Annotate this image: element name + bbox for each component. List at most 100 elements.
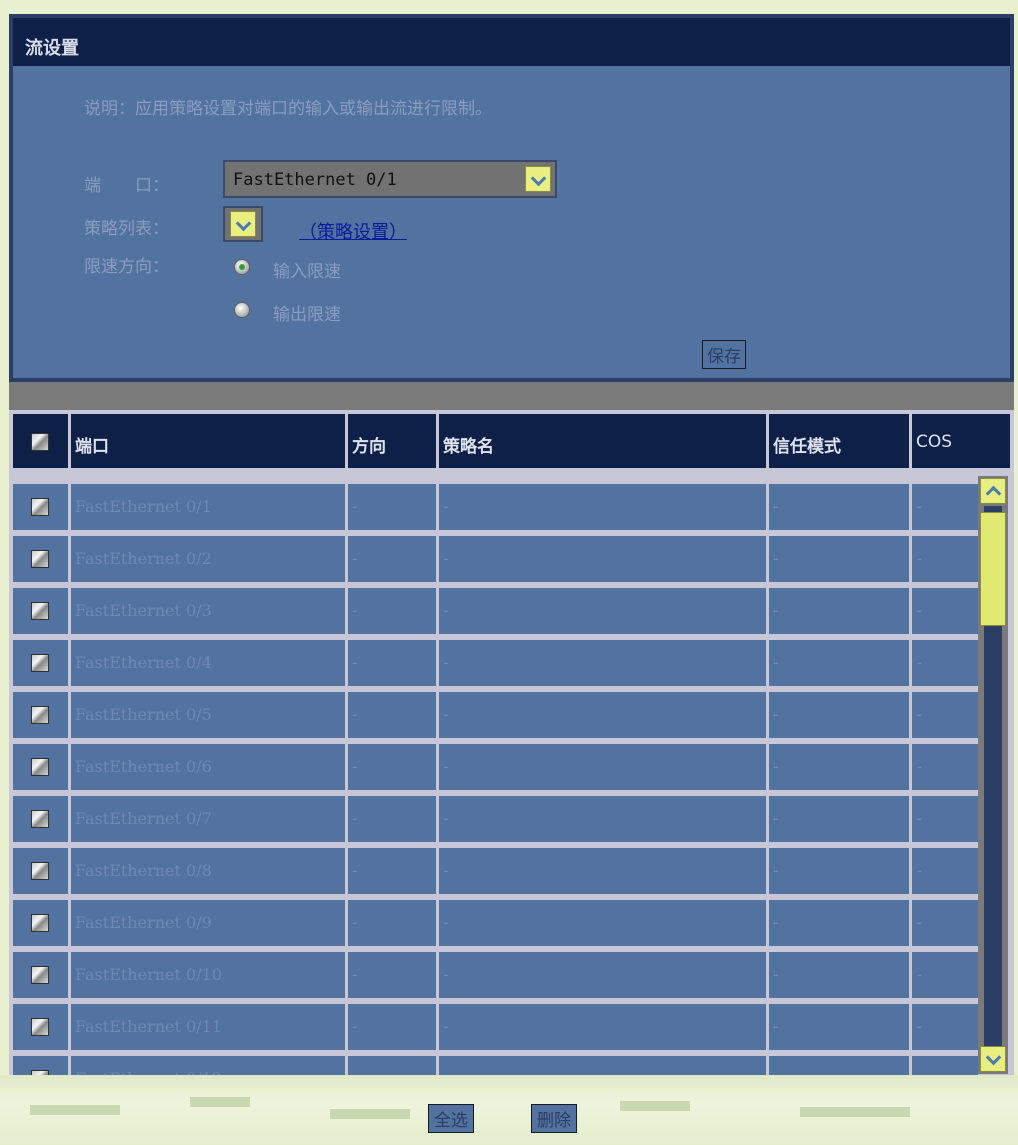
select-all-button[interactable]: 全选: [428, 1104, 474, 1133]
cell-cos: -: [912, 536, 978, 582]
port-list: FastEthernet 0/1- - - - FastEthernet 0/2- - - -…: [9, 472, 1014, 1075]
row-checkbox[interactable]: [31, 758, 49, 776]
port-select[interactable]: FastEthernet 0/1: [223, 160, 557, 198]
table-row[interactable]: FastEthernet 0/10- - - -: [9, 948, 981, 1000]
row-checkbox-cell: [13, 848, 68, 894]
scrollbar-thumb[interactable]: [980, 512, 1006, 626]
list-scrollbar[interactable]: [978, 476, 1008, 1074]
table-row[interactable]: FastEthernet 0/6- - - -: [9, 740, 981, 792]
row-checkbox-cell: [13, 796, 68, 842]
cell-trust-mode: -: [769, 952, 909, 998]
port-select-value: FastEthernet 0/1: [233, 170, 397, 190]
cell-policy: -: [439, 640, 766, 686]
cell-port: FastEthernet 0/10: [71, 952, 345, 998]
cell-policy: -: [439, 796, 766, 842]
row-checkbox[interactable]: [31, 654, 49, 672]
cell-policy: -: [439, 484, 766, 530]
cell-cos: -: [912, 952, 978, 998]
row-checkbox-cell: [13, 484, 68, 530]
cell-direction: -: [348, 536, 436, 582]
direction-label: 限速方向：: [84, 257, 169, 277]
cell-cos: -: [912, 848, 978, 894]
cell-trust-mode: -: [769, 796, 909, 842]
column-header-direction: 方向: [348, 414, 436, 468]
save-button[interactable]: 保存: [702, 340, 746, 369]
row-checkbox[interactable]: [31, 966, 49, 984]
cell-policy: -: [439, 744, 766, 790]
row-checkbox-cell: [13, 536, 68, 582]
table-row[interactable]: FastEthernet 0/12----: [9, 1052, 981, 1075]
row-checkbox[interactable]: [31, 602, 49, 620]
select-all-checkbox[interactable]: [31, 433, 49, 451]
column-header-trust-mode: 信任模式: [769, 414, 909, 468]
cell-policy: -: [439, 1004, 766, 1050]
section-divider: [9, 382, 1014, 410]
table-row[interactable]: FastEthernet 0/2- - - -: [9, 532, 981, 584]
chevron-down-icon[interactable]: [525, 166, 551, 192]
radio-input-limit[interactable]: [234, 259, 250, 275]
cell-trust-mode: -: [769, 640, 909, 686]
table-row[interactable]: FastEthernet 0/7- - - -: [9, 792, 981, 844]
cell-direction: -: [348, 952, 436, 998]
row-checkbox-cell: [13, 640, 68, 686]
column-header-cos: COS: [912, 414, 1010, 468]
row-checkbox[interactable]: [31, 706, 49, 724]
row-checkbox[interactable]: [31, 810, 49, 828]
row-checkbox-cell: [13, 1056, 68, 1075]
row-checkbox-cell: [13, 588, 68, 634]
row-checkbox-cell: [13, 1004, 68, 1050]
table-row[interactable]: FastEthernet 0/11- - - -: [9, 1000, 981, 1052]
row-checkbox[interactable]: [31, 914, 49, 932]
delete-button[interactable]: 删除: [531, 1104, 577, 1133]
row-checkbox[interactable]: [31, 862, 49, 880]
cell-direction: -: [348, 640, 436, 686]
scroll-down-icon[interactable]: [980, 1046, 1006, 1072]
row-checkbox[interactable]: [31, 1070, 49, 1075]
cell-trust-mode: -: [769, 1056, 909, 1075]
header-checkbox-cell: [13, 414, 68, 468]
chevron-down-icon[interactable]: [230, 211, 256, 237]
cell-direction: -: [348, 588, 436, 634]
column-header-policy: 策略名: [439, 414, 766, 468]
cell-trust-mode: -: [769, 536, 909, 582]
table-header: 端口 方向 策略名 信任模式 COS: [9, 410, 1014, 472]
table-row[interactable]: FastEthernet 0/4- - - -: [9, 636, 981, 688]
table-row[interactable]: FastEthernet 0/3- - - -: [9, 584, 981, 636]
row-checkbox-cell: [13, 900, 68, 946]
cell-direction: -: [348, 1056, 436, 1075]
table-row[interactable]: FastEthernet 0/8- - - -: [9, 844, 981, 896]
cell-direction: -: [348, 900, 436, 946]
background-strip: [0, 1075, 1018, 1145]
column-header-port: 端口: [71, 414, 345, 468]
cell-direction: -: [348, 1004, 436, 1050]
flow-settings-body: 流设置 说明：应用策略设置对端口的输入或输出流进行限制。 端 口： FastEt…: [13, 18, 1010, 378]
row-checkbox[interactable]: [31, 1018, 49, 1036]
radio-output-limit[interactable]: [234, 302, 250, 318]
cell-cos: -: [912, 1056, 978, 1075]
cell-direction: -: [348, 796, 436, 842]
row-checkbox-cell: [13, 692, 68, 738]
policy-settings-link[interactable]: （策略设置）: [299, 218, 407, 244]
cell-port: FastEthernet 0/6: [71, 744, 345, 790]
cell-direction: -: [348, 484, 436, 530]
port-label: 端 口：: [84, 176, 169, 196]
table-row[interactable]: FastEthernet 0/9- - - -: [9, 896, 981, 948]
cell-policy: -: [439, 692, 766, 738]
scroll-up-icon[interactable]: [980, 478, 1006, 504]
flow-settings-header: 流设置: [13, 18, 1010, 66]
cell-direction: -: [348, 848, 436, 894]
radio-output-limit-label: 输出限速: [273, 305, 341, 325]
policy-list-select[interactable]: [223, 206, 263, 242]
table-row[interactable]: FastEthernet 0/1- - - -: [9, 480, 981, 532]
cell-trust-mode: -: [769, 692, 909, 738]
row-checkbox[interactable]: [31, 498, 49, 516]
table-row[interactable]: FastEthernet 0/5- - - -: [9, 688, 981, 740]
cell-direction: -: [348, 692, 436, 738]
cell-cos: -: [912, 484, 978, 530]
policy-list-label: 策略列表：: [84, 219, 169, 239]
cell-cos: -: [912, 796, 978, 842]
row-checkbox[interactable]: [31, 550, 49, 568]
cell-policy: -: [439, 848, 766, 894]
cell-direction: -: [348, 744, 436, 790]
cell-port: FastEthernet 0/3: [71, 588, 345, 634]
